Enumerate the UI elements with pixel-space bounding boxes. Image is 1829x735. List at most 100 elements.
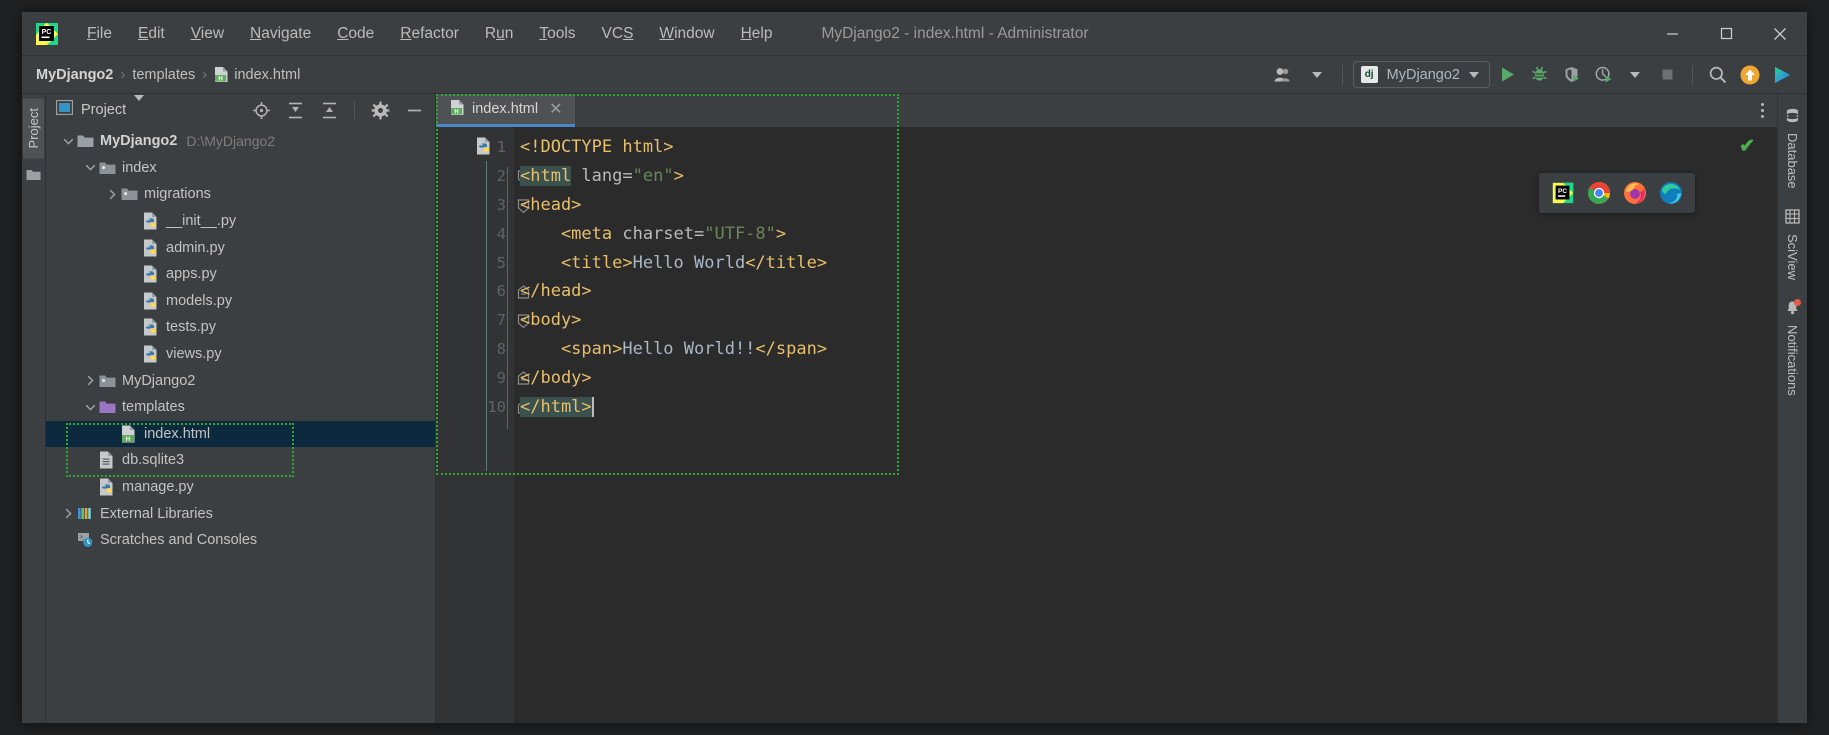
tree-item-external-libraries[interactable]: External Libraries <box>46 500 435 527</box>
tree-item-manage-py[interactable]: manage.py <box>46 474 435 501</box>
hide-panel-icon[interactable] <box>401 98 427 122</box>
tree-item-label: views.py <box>166 346 222 363</box>
editor-tab-index-html[interactable]: H index.html ✕ <box>436 94 575 127</box>
tree-item-index-html[interactable]: Hindex.html <box>46 420 435 448</box>
chevron-right-icon[interactable] <box>82 375 98 386</box>
tree-item-templates[interactable]: templates <box>46 394 435 421</box>
python-file-icon <box>142 345 161 363</box>
line-number: 8 <box>496 339 506 358</box>
profile-button[interactable] <box>1588 61 1618 89</box>
chevron-right-icon[interactable] <box>60 508 76 519</box>
editor-gutter[interactable]: 1 2 3 4 5 6 7 8 9 10 <box>436 127 530 723</box>
tree-item-db-sqlite3[interactable]: db.sqlite3 <box>46 447 435 474</box>
menu-view[interactable]: View <box>178 21 237 47</box>
search-icon[interactable] <box>1703 61 1733 89</box>
close-button[interactable] <box>1753 12 1807 56</box>
code-line[interactable]: <meta charset= "UTF-8" > <box>514 219 1777 248</box>
breadcrumb-file[interactable]: index.html <box>234 67 300 83</box>
code-line[interactable]: <body> <box>514 306 1777 335</box>
menu-window[interactable]: Window <box>646 21 727 47</box>
menu-bar[interactable]: File Edit View Navigate Code Refactor Ru… <box>74 21 785 47</box>
tool-window-tab-database[interactable]: Database <box>1785 108 1801 189</box>
chevron-down-icon[interactable] <box>82 162 98 173</box>
chrome-icon[interactable] <box>1587 181 1611 205</box>
ide-assistant-icon[interactable] <box>1767 61 1797 89</box>
code-line[interactable]: </head> <box>514 277 1777 306</box>
code-editor[interactable]: 1 2 3 4 5 6 7 8 9 10 <!DOCTYPE html> <html lang= "e… <box>436 94 1777 723</box>
tree-item-index[interactable]: index <box>46 155 435 182</box>
update-project-button[interactable] <box>1735 61 1765 89</box>
code-token: lang= <box>571 166 633 187</box>
tree-item-admin-py[interactable]: admin.py <box>46 234 435 261</box>
collapse-all-icon[interactable] <box>316 98 342 122</box>
line-number: 6 <box>436 277 530 306</box>
python-file-icon <box>142 318 161 336</box>
menu-refactor[interactable]: Refactor <box>387 21 472 47</box>
minimize-button[interactable] <box>1645 12 1699 56</box>
run-with-coverage-button[interactable] <box>1556 61 1586 89</box>
code-line[interactable]: </body> <box>514 363 1777 392</box>
firefox-icon[interactable] <box>1623 181 1647 205</box>
browser-launcher-popup[interactable]: PC <box>1539 173 1695 213</box>
python-file-icon[interactable] <box>476 137 493 159</box>
edge-icon[interactable] <box>1659 181 1683 205</box>
tree-item-apps-py[interactable]: apps.py <box>46 261 435 288</box>
select-opened-file-icon[interactable] <box>248 98 274 122</box>
project-view-dropdown-icon[interactable] <box>134 95 145 119</box>
tool-window-tab-project[interactable]: Project <box>23 98 44 159</box>
maximize-button[interactable] <box>1699 12 1753 56</box>
tool-window-tab-sciview[interactable]: SciView <box>1785 209 1801 280</box>
chevron-down-icon[interactable] <box>60 136 76 147</box>
menu-file[interactable]: File <box>74 21 125 47</box>
expand-all-icon[interactable] <box>282 98 308 122</box>
menu-run[interactable]: Run <box>472 21 526 47</box>
chevron-down-icon[interactable] <box>82 402 98 413</box>
run-button[interactable] <box>1492 61 1522 89</box>
tree-item-mydjango2[interactable]: MyDjango2 <box>46 367 435 394</box>
breadcrumb-templates[interactable]: templates <box>132 67 195 83</box>
folder-icon[interactable] <box>26 168 41 186</box>
stop-button[interactable] <box>1652 61 1682 89</box>
menu-edit[interactable]: Edit <box>125 21 178 47</box>
tree-item-label: manage.py <box>122 479 194 496</box>
tree-item-migrations[interactable]: migrations <box>46 181 435 208</box>
editor-options-icon[interactable] <box>1747 94 1777 127</box>
code-line[interactable]: <span> Hello World!! </span> <box>514 335 1777 364</box>
pycharm-icon[interactable]: PC <box>1551 181 1575 205</box>
profile-dropdown-icon[interactable] <box>1620 61 1650 89</box>
code-line[interactable]: <!DOCTYPE html> <box>514 133 1777 162</box>
editor-code[interactable]: <!DOCTYPE html> <html lang= "en" > <head> <m… <box>514 127 1777 723</box>
breadcrumb-project[interactable]: MyDjango2 <box>36 67 113 83</box>
tree-item-label: models.py <box>166 292 233 309</box>
tree-item-label: External Libraries <box>100 505 213 522</box>
close-icon[interactable]: ✕ <box>549 99 562 119</box>
user-account-dropdown-icon[interactable] <box>1302 61 1332 89</box>
line-number: 9 <box>436 363 530 392</box>
tree-item-init-py[interactable]: __init__.py <box>46 208 435 235</box>
right-tool-rail: Database SciView Notifications <box>1777 94 1807 723</box>
libraries-icon <box>76 506 95 521</box>
line-number: 2 <box>436 162 530 191</box>
python-file-icon <box>142 265 161 283</box>
menu-code[interactable]: Code <box>324 21 387 47</box>
menu-vcs[interactable]: VCS <box>589 21 647 47</box>
debug-button[interactable] <box>1524 61 1554 89</box>
code-token: "en" <box>632 166 674 187</box>
tree-item-scratches-and-consoles[interactable]: >_ Scratches and Consoles <box>46 527 435 554</box>
tree-item-views-py[interactable]: views.py <box>46 341 435 368</box>
tree-item-tests-py[interactable]: tests.py <box>46 314 435 341</box>
code-line[interactable]: <title> Hello World </title> <box>514 248 1777 277</box>
run-configuration-selector[interactable]: dj MyDjango2 <box>1352 61 1490 88</box>
menu-help[interactable]: Help <box>728 21 786 47</box>
chevron-right-icon[interactable] <box>104 189 120 200</box>
tree-item-mydjango2[interactable]: MyDjango2 D:\MyDjango2 <box>46 128 435 155</box>
code-line[interactable]: </html> <box>514 392 1777 421</box>
gear-icon[interactable] <box>367 98 393 122</box>
tool-window-tab-notifications[interactable]: Notifications <box>1785 298 1801 395</box>
user-account-button[interactable] <box>1270 61 1300 89</box>
menu-navigate[interactable]: Navigate <box>237 21 324 47</box>
menu-tools[interactable]: Tools <box>526 21 588 47</box>
project-tree[interactable]: MyDjango2 D:\MyDjango2 index migrations __in… <box>46 126 435 723</box>
inspection-status-icon[interactable]: ✔ <box>1739 135 1755 158</box>
tree-item-models-py[interactable]: models.py <box>46 288 435 315</box>
